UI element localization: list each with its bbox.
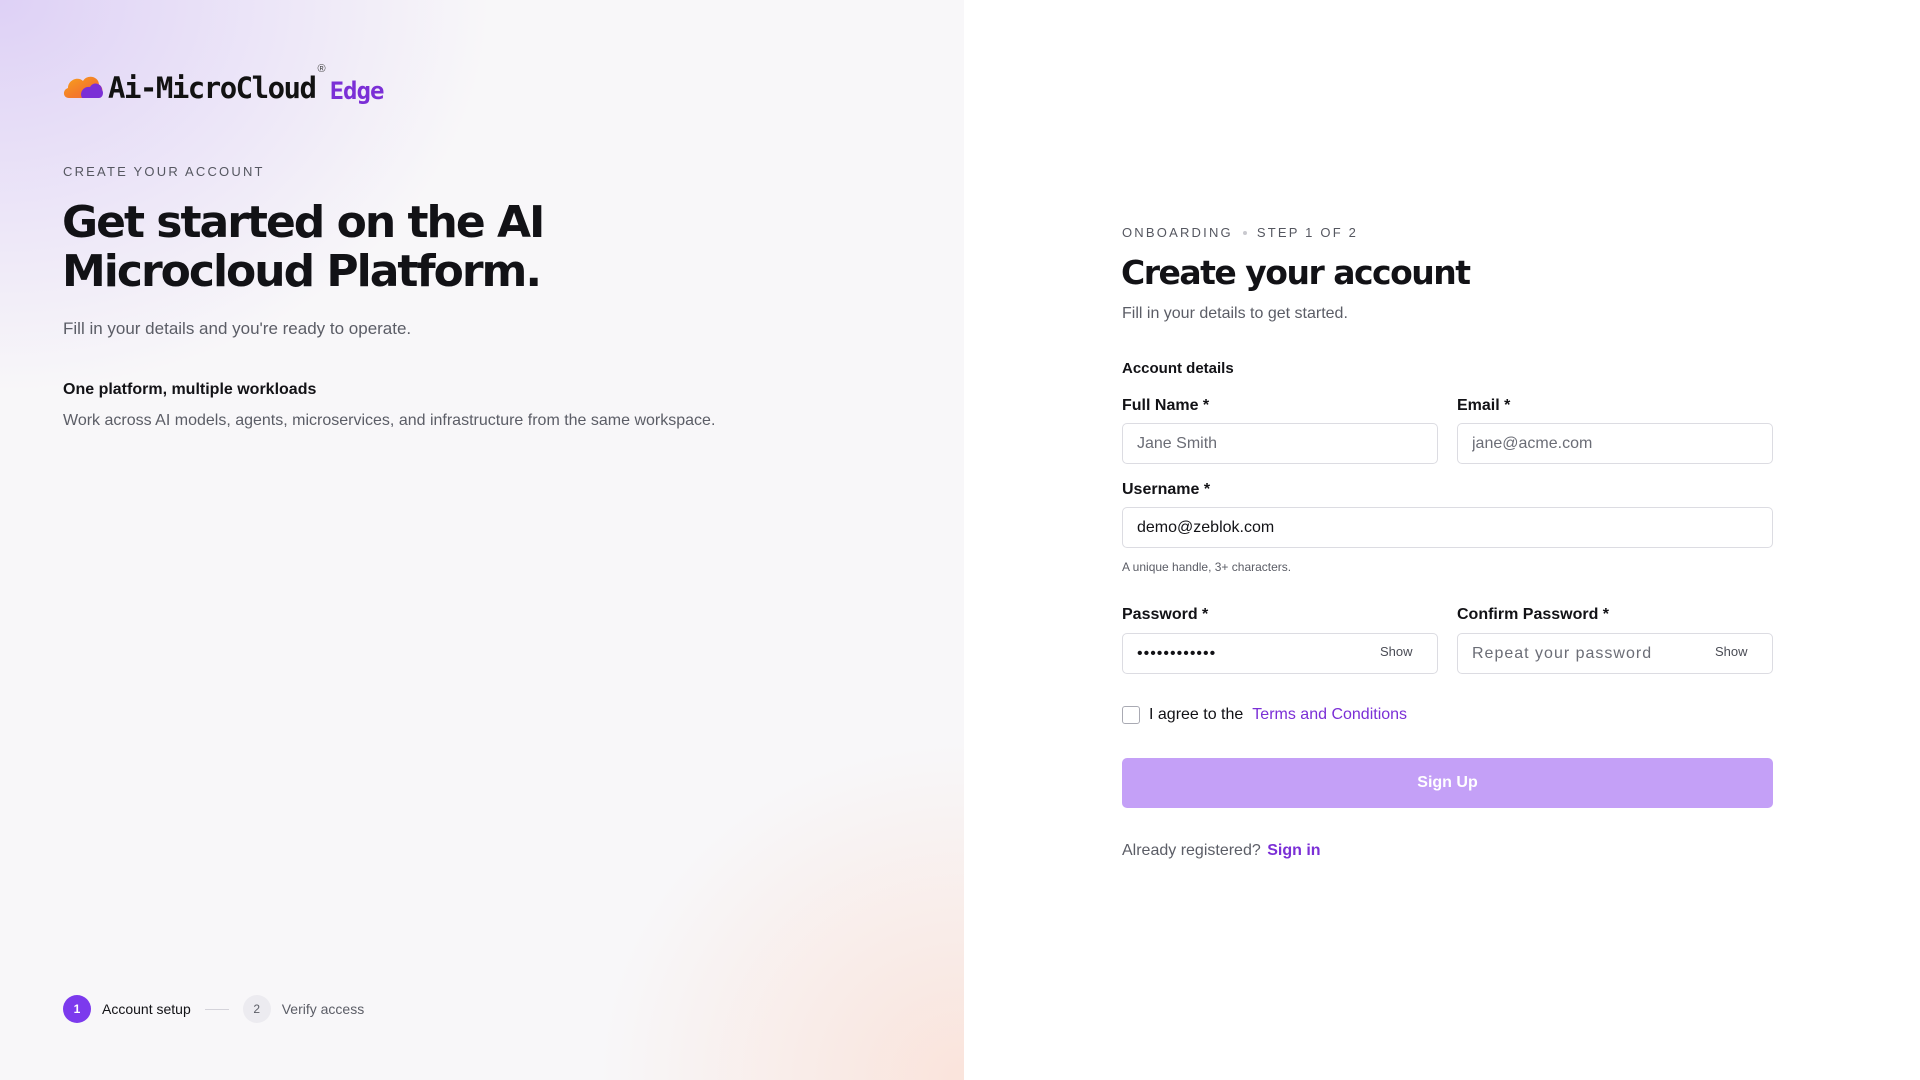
confirm-password-label: Confirm Password * bbox=[1457, 606, 1610, 623]
brand-edition: Edge bbox=[329, 77, 385, 105]
registered-mark: ® bbox=[317, 63, 326, 75]
sign-up-button[interactable]: Sign Up bbox=[1122, 758, 1773, 808]
hero-title-line-2: Microcloud Platform. bbox=[62, 246, 542, 297]
email-label: Email * bbox=[1457, 397, 1511, 414]
left-panel: Ai-MicroCloud ® Edge CREATE YOUR ACCOUNT… bbox=[0, 0, 964, 1080]
hero-title: Get started on the AI Microcloud Platfor… bbox=[62, 198, 762, 296]
username-label: Username * bbox=[1122, 481, 1211, 498]
sign-in-prompt: Already registered? Sign in bbox=[1122, 842, 1321, 860]
progress-stepper: 1 Account setup 2 Verify access bbox=[63, 995, 364, 1023]
confirm-password-show-toggle[interactable]: Show bbox=[1715, 644, 1748, 659]
hero-subtitle: Fill in your details and you're ready to… bbox=[63, 319, 412, 338]
step-2-label: Verify access bbox=[281, 1001, 365, 1017]
brand-name: Ai-MicroCloud bbox=[108, 71, 317, 105]
password-show-toggle[interactable]: Show bbox=[1380, 644, 1413, 659]
onboarding-label: ONBOARDING bbox=[1122, 225, 1233, 240]
terms-checkbox[interactable] bbox=[1122, 706, 1140, 724]
password-label: Password * bbox=[1122, 606, 1209, 623]
terms-agreement-row: I agree to the Terms and Conditions bbox=[1122, 706, 1407, 724]
feature-description: Work across AI models, agents, microserv… bbox=[63, 412, 716, 429]
intro-eyebrow: CREATE YOUR ACCOUNT bbox=[63, 164, 265, 179]
step-1-indicator: 1 bbox=[63, 995, 91, 1023]
step-count-label: STEP 1 OF 2 bbox=[1256, 225, 1359, 240]
already-registered-text: Already registered? bbox=[1122, 842, 1261, 859]
step-2-indicator: 2 bbox=[242, 995, 271, 1023]
cloud-logo-icon bbox=[63, 76, 103, 98]
separator-dot bbox=[1242, 230, 1247, 235]
username-hint: A unique handle, 3+ characters. bbox=[1122, 560, 1292, 574]
account-details-heading: Account details bbox=[1122, 360, 1234, 377]
feature-title: One platform, multiple workloads bbox=[63, 381, 317, 398]
terms-link[interactable]: Terms and Conditions bbox=[1252, 706, 1407, 724]
step-1-label: Account setup bbox=[102, 1001, 191, 1017]
brand-logo: Ai-MicroCloud ® Edge bbox=[62, 62, 385, 106]
sign-in-link[interactable]: Sign in bbox=[1267, 842, 1320, 859]
step-connector bbox=[204, 1008, 229, 1010]
form-subtitle: Fill in your details to get started. bbox=[1122, 305, 1348, 322]
agree-text: I agree to the bbox=[1149, 706, 1244, 723]
form-title: Create your account bbox=[1121, 253, 1471, 292]
full-name-input[interactable] bbox=[1122, 423, 1438, 464]
username-input[interactable] bbox=[1122, 507, 1773, 548]
form-eyebrow: ONBOARDING STEP 1 OF 2 bbox=[1122, 225, 1358, 240]
email-input[interactable] bbox=[1457, 423, 1773, 464]
hero-title-line-1: Get started on the AI bbox=[62, 197, 545, 248]
full-name-label: Full Name * bbox=[1122, 397, 1210, 414]
